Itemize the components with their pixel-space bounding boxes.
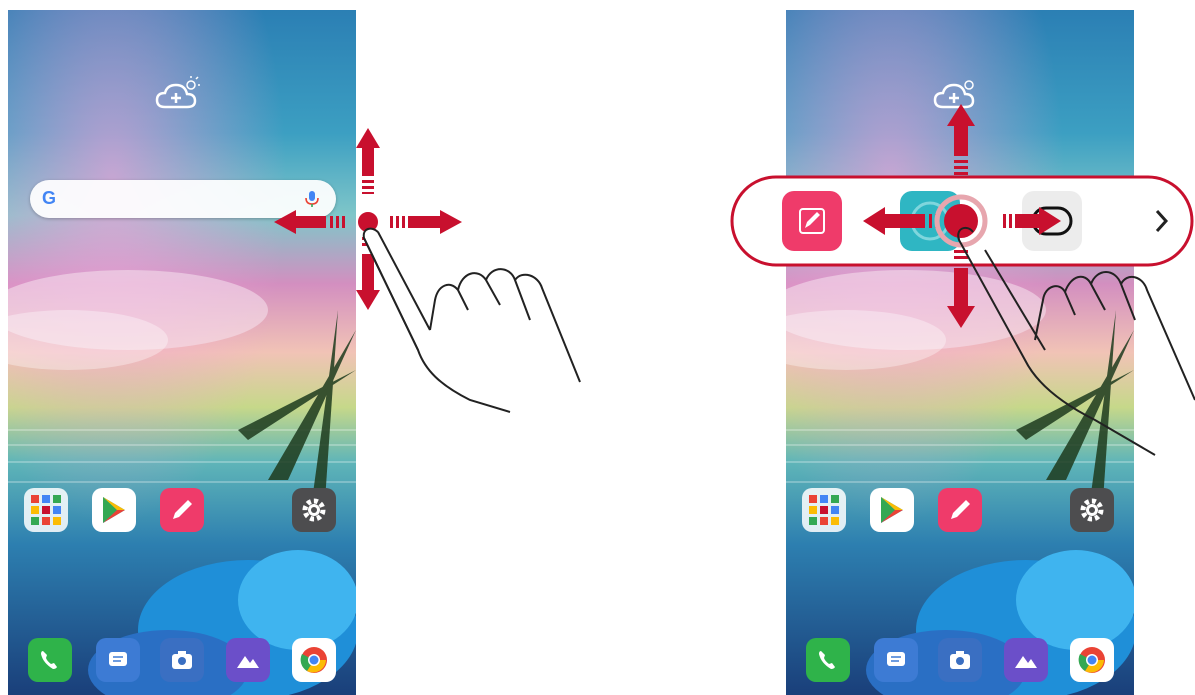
- gesture-overlay-right: [730, 104, 1195, 456]
- hand-pointer-icon: [362, 227, 581, 413]
- qmemo-icon[interactable]: [782, 191, 842, 251]
- gesture-overlay-left: [274, 128, 581, 413]
- touch-point-icon: [944, 204, 978, 238]
